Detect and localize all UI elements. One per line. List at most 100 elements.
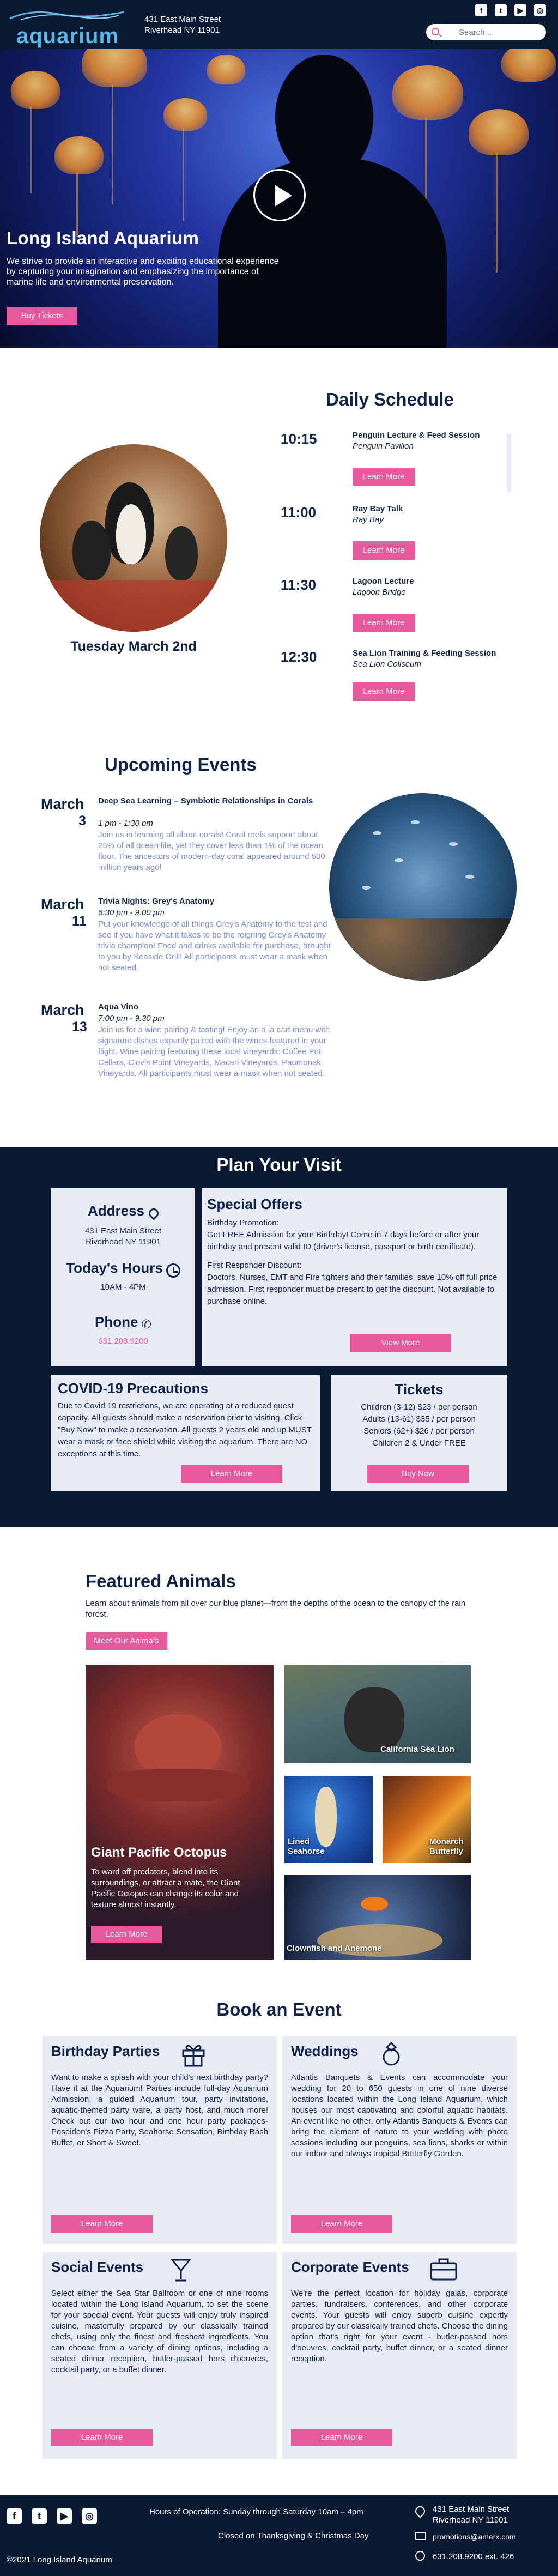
buy-tickets-button[interactable]: Buy Tickets [7,307,77,325]
butterfly-label: Monarch Butterfly [429,1837,464,1856]
event-day: 13 [72,1019,87,1035]
weddings-card: Weddings Atlantis Banquets & Events can … [282,2036,517,2244]
corporate-events-text: We're the perfect location for holiday g… [291,2289,508,2363]
today-hours: 10AM - 4PM [100,1282,146,1292]
event-title[interactable]: Trivia Nights: Grey's Anatomy [98,896,332,907]
tickets-card: Tickets Children (3-12) $23 / per person… [331,1375,507,1491]
jellyfish-graphic [11,71,60,109]
offer-text: Get FREE Admission for your Birthday! Co… [207,1230,480,1251]
octopus-tile[interactable]: Giant Pacific Octopus To ward off predat… [86,1665,274,1960]
offer-text: Doctors, Nurses, EMT and Fire fighters a… [207,1273,498,1306]
octopus-learn-more-button[interactable]: Learn More [91,1926,162,1943]
tickets-heading: Tickets [395,1381,444,1398]
corporate-learn-more-button[interactable]: Learn More [291,2429,392,2446]
weddings-learn-more-button[interactable]: Learn More [291,2215,392,2233]
penguin-graphic [72,521,111,580]
clownfish-tile[interactable]: Clownfish and Anemone [284,1875,471,1960]
coral-reef-photo [329,793,517,981]
tentacle-graphic [76,172,78,237]
offer-title: First Responder Discount: [207,1261,302,1270]
penguin-belly-graphic [116,504,146,564]
learn-more-button[interactable]: Learn More [353,541,415,560]
meet-our-animals-button[interactable]: Meet Our Animals [86,1632,167,1650]
twitter-icon[interactable]: t [495,4,507,16]
jellyfish-graphic [469,109,529,155]
daily-schedule-title: Daily Schedule [326,389,454,409]
tentacle-graphic [30,106,32,193]
youtube-icon[interactable]: ▶ [514,4,526,16]
social-events-heading: Social Events [51,2259,144,2275]
instagram-icon[interactable]: ◎ [534,4,546,16]
instagram-icon[interactable]: ◎ [82,2508,97,2524]
event-month: March [41,796,84,812]
facebook-icon[interactable]: f [7,2508,22,2524]
jellyfish-graphic [392,65,463,120]
learn-more-button[interactable]: Learn More [353,468,415,486]
email-icon [415,2532,426,2540]
birthday-parties-text: Want to make a splash with your child's … [51,2073,268,2148]
schedule-time: 11:00 [281,504,317,521]
hours-heading: Today's Hours [66,1260,163,1276]
schedule-event-name: Sea Lion Training & Feeding Session [353,649,496,658]
footer-hours: Hours of Operation: Sunday through Satur… [149,2507,363,2517]
sea-lion-graphic [344,1687,404,1752]
covid-precautions-card: COVID-19 Precautions Due to Covid 19 res… [51,1375,320,1491]
sea-lion-tile[interactable]: California Sea Lion [284,1665,471,1763]
youtube-icon[interactable]: ▶ [57,2508,72,2524]
view-more-button[interactable]: View More [350,1334,451,1352]
footer-closed-days: Closed on Thanksgiving & Christmas Day [218,2531,369,2541]
book-an-event-title: Book an Event [216,1999,342,2019]
phone-number[interactable]: 631.208.9200 [51,1336,195,1347]
aquarium-logo[interactable]: aquarium [10,3,124,48]
seahorse-tile[interactable]: Lined Seahorse [284,1776,373,1863]
facebook-icon[interactable]: f [475,4,487,16]
event-title[interactable]: Aqua Vino [98,1002,332,1013]
schedule-event-name: Lagoon Lecture [353,577,414,586]
seahorse-label: Lined Seahorse [288,1837,325,1856]
birthday-learn-more-button[interactable]: Learn More [51,2215,153,2233]
learn-more-button[interactable]: Learn More [353,614,415,632]
hero-description: We strive to provide an interactive and … [7,257,279,287]
phone-icon [415,2551,425,2561]
cocktail-icon [170,2259,192,2282]
search-input[interactable] [459,27,541,37]
corporate-events-card: Corporate Events We're the perfect locat… [282,2252,517,2459]
schedule-date: Tuesday March 2nd [70,639,197,654]
clock-icon [166,1263,180,1278]
logo-wordmark: aquarium [16,24,119,48]
event-description: Put your knowledge of all things Grey's … [98,920,331,972]
address-heading: Address [87,1202,145,1219]
footer-phone[interactable]: 631.208.9200 ext. 426 [433,2552,514,2561]
schedule-event-name: Penguin Lecture & Feed Session [353,431,480,440]
visit-info-card: Address 431 East Main Street Riverhead N… [51,1188,195,1366]
learn-more-button[interactable]: Learn More [353,682,415,701]
buy-now-button[interactable]: Buy Now [367,1465,469,1483]
covid-learn-more-button[interactable]: Learn More [181,1465,282,1483]
fish-graphic [362,886,371,890]
schedule-scrollbar[interactable] [507,434,511,492]
offer-title: Birthday Promotion: [207,1218,279,1227]
octopus-title: Giant Pacific Octopus [91,1845,227,1860]
search-icon[interactable] [432,28,439,35]
footer-email[interactable]: promotions@amerx.com [433,2532,516,2541]
featured-animals-text: Learn about animals from all over our bl… [86,1599,466,1619]
coral-graphic [329,918,517,981]
event-description: Join us in learning all about corals! Co… [98,830,325,872]
play-video-icon[interactable] [253,169,306,221]
site-footer: f t ▶ ◎ Hours of Operation: Sunday throu… [0,2495,558,2576]
twitter-icon[interactable]: t [32,2508,47,2524]
penguin-graphic [165,526,198,580]
fish-graphic [373,831,381,835]
logo-wave-graphic [10,11,124,20]
event-title[interactable]: Deep Sea Learning – Symbiotic Relationsh… [98,796,332,807]
sea-lion-label: California Sea Lion [380,1745,454,1754]
social-learn-more-button[interactable]: Learn More [51,2429,153,2446]
corporate-events-heading: Corporate Events [291,2259,409,2275]
jellyfish-graphic [163,98,207,131]
phone-icon: ✆ [141,1317,151,1331]
ticket-price: Adults (13-61) $35 / per person [362,1414,476,1424]
covid-text: Due to Covid 19 restrictions, we are ope… [58,1401,312,1459]
briefcase-icon [430,2258,457,2281]
tentacle-graphic [496,153,498,273]
butterfly-tile[interactable]: Monarch Butterfly [383,1776,471,1863]
